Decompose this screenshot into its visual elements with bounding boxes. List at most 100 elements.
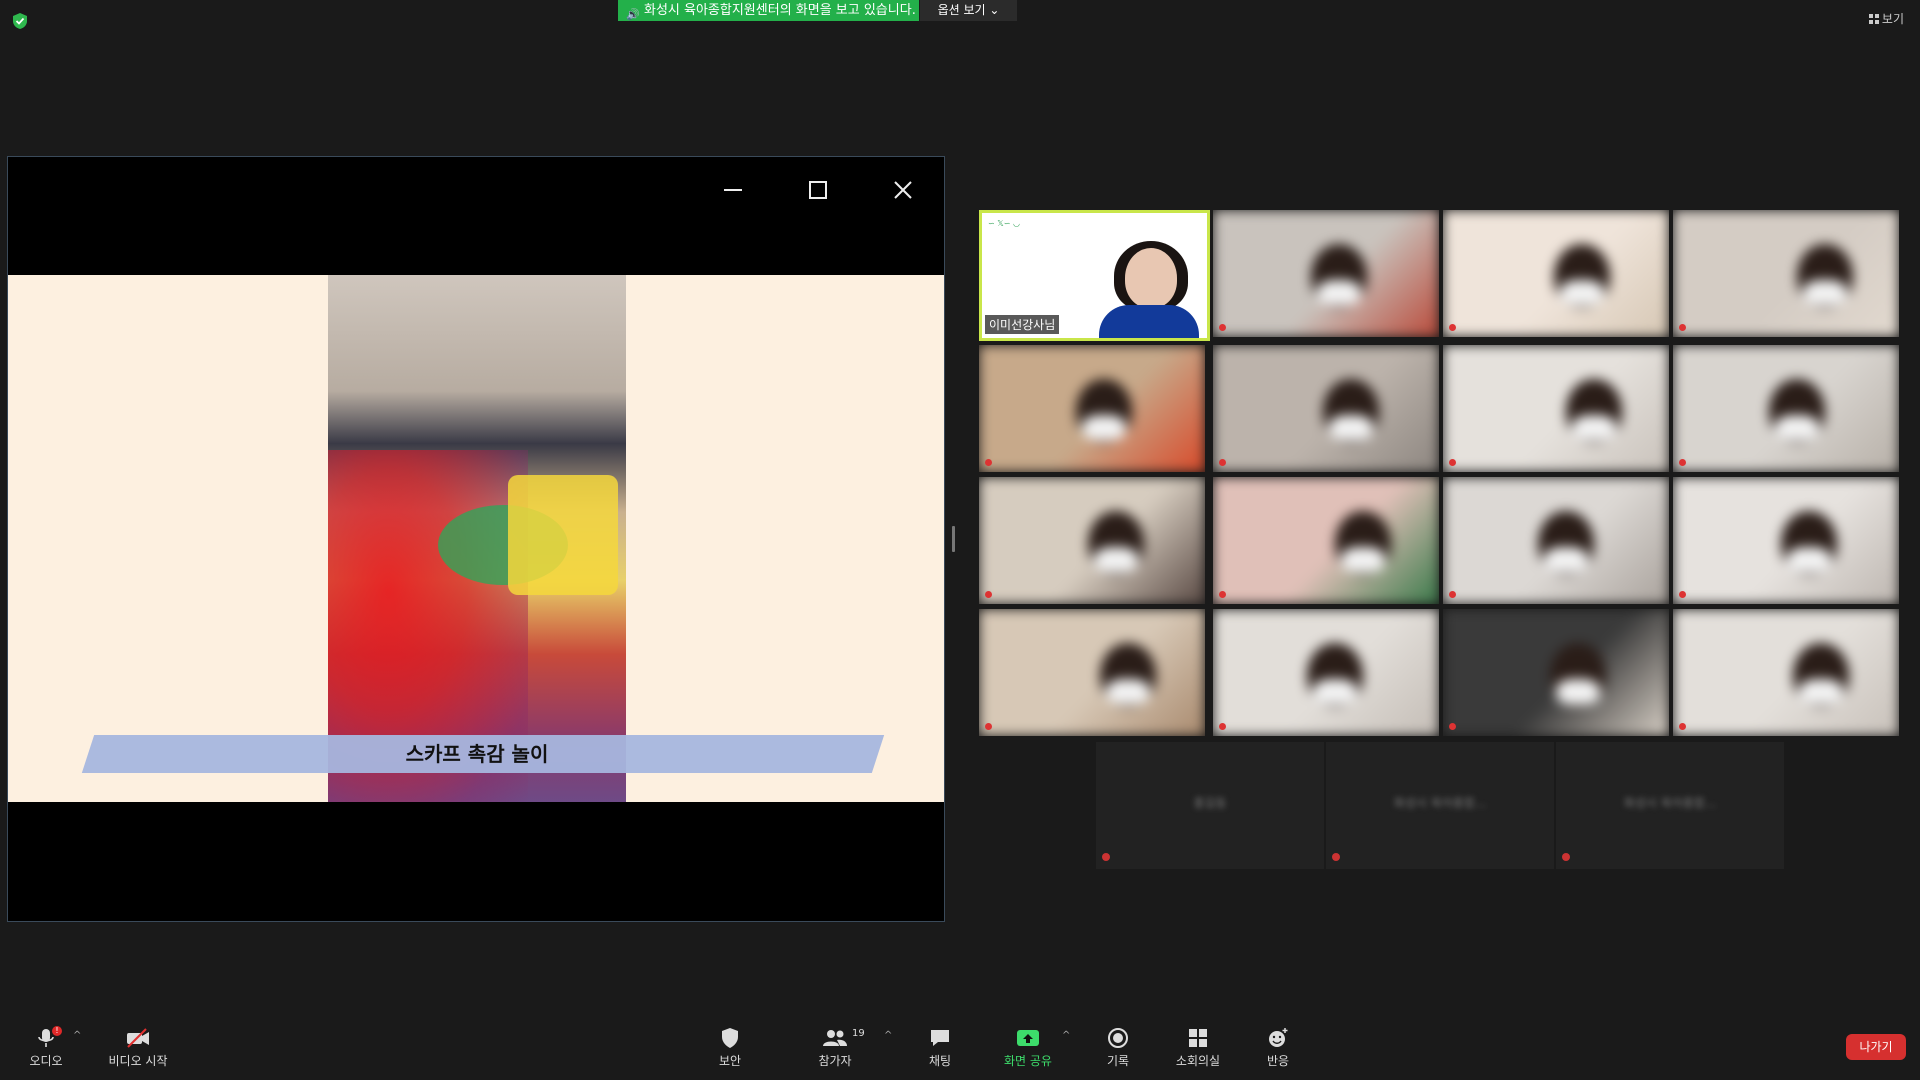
video-tile[interactable] <box>979 477 1205 604</box>
breakout-rooms-icon <box>1189 1029 1207 1047</box>
participant-mask <box>1803 280 1847 306</box>
participants-count: 19 <box>852 1028 865 1039</box>
view-options-button[interactable]: 옵션 보기 ⌄ <box>920 0 1017 21</box>
slide-caption: 스카프 촉감 놀이 <box>405 742 549 766</box>
muted-icon <box>1219 591 1226 598</box>
muted-icon <box>1332 853 1340 861</box>
reactions-button[interactable]: 반응 <box>1258 1026 1298 1069</box>
security-label: 보안 <box>718 1054 742 1068</box>
muted-icon <box>1449 324 1456 331</box>
muted-icon <box>1449 723 1456 730</box>
video-tile[interactable] <box>1673 477 1899 604</box>
audio-label: 오디오 <box>29 1054 63 1068</box>
video-tile[interactable] <box>979 345 1205 472</box>
panel-splitter[interactable] <box>952 526 955 552</box>
participant-video <box>979 345 1205 472</box>
share-banner-text: 화성시 육아종합지원센터의 화면을 보고 있습니다. <box>644 3 916 18</box>
participant-mask <box>1560 280 1604 306</box>
participant-mask <box>1787 547 1831 573</box>
muted-icon <box>1679 723 1686 730</box>
participant-mask <box>1317 280 1361 306</box>
start-video-button[interactable]: 비디오 시작 <box>106 1026 170 1069</box>
record-label: 기록 <box>1106 1054 1130 1068</box>
participants-icon <box>823 1030 847 1046</box>
muted-icon <box>1679 324 1686 331</box>
video-tile[interactable] <box>1213 345 1439 472</box>
center-logo: ∽ 𝕏∽ ◡ <box>988 219 1020 228</box>
participant-video <box>1213 210 1439 337</box>
participant-tile-audio-only[interactable]: 홍길동 <box>1096 742 1324 869</box>
chat-button[interactable]: 채팅 <box>920 1026 960 1069</box>
close-icon <box>894 181 912 199</box>
security-button[interactable]: 보안 <box>710 1026 750 1069</box>
participant-mask <box>1094 547 1138 573</box>
share-screen-button[interactable]: 화면 공유 <box>1000 1026 1056 1069</box>
video-tile-host[interactable]: ∽ 𝕏∽ ◡ 이미선강사님 <box>979 210 1210 341</box>
shield-icon[interactable] <box>12 12 28 30</box>
video-tile[interactable] <box>979 609 1205 736</box>
shared-screen: 스카프 촉감 놀이 <box>7 156 945 922</box>
participant-video <box>1443 210 1669 337</box>
participant-name: 홍길동 <box>1193 796 1227 810</box>
breakout-rooms-label: 소회의실 <box>1175 1054 1221 1068</box>
muted-icon <box>1219 459 1226 466</box>
record-button[interactable]: 기록 <box>1098 1026 1138 1069</box>
host-face <box>1125 248 1177 308</box>
participant-video <box>1213 345 1439 472</box>
share-options-caret[interactable]: ^ <box>1062 1030 1070 1041</box>
chat-icon <box>931 1030 949 1046</box>
audio-button[interactable]: ! 오디오 <box>26 1026 66 1069</box>
video-tile[interactable] <box>1673 210 1899 337</box>
participant-video <box>1443 345 1669 472</box>
participant-video <box>1673 210 1899 337</box>
video-tile[interactable] <box>1443 477 1669 604</box>
video-tile[interactable] <box>1213 609 1439 736</box>
video-tile[interactable] <box>1673 609 1899 736</box>
reactions-icon <box>1269 1028 1288 1047</box>
muted-icon <box>985 723 992 730</box>
participant-mask <box>1329 415 1373 441</box>
leave-label: 나가기 <box>1859 1040 1893 1054</box>
participant-video <box>1213 609 1439 736</box>
video-tile[interactable] <box>1443 210 1669 337</box>
video-tile[interactable] <box>1213 477 1439 604</box>
start-video-label: 비디오 시작 <box>108 1054 168 1068</box>
participant-mask <box>1556 679 1600 705</box>
video-tile[interactable] <box>1443 345 1669 472</box>
participant-video <box>1443 609 1669 736</box>
share-screen-icon <box>1017 1030 1039 1046</box>
video-tile[interactable] <box>1443 609 1669 736</box>
screen-share-banner: 🔊 화성시 육아종합지원센터의 화면을 보고 있습니다. <box>618 0 919 21</box>
participant-video <box>1443 477 1669 604</box>
muted-icon <box>1219 723 1226 730</box>
video-tile[interactable] <box>1213 210 1439 337</box>
view-button-label: 보기 <box>1881 12 1904 26</box>
breakout-rooms-button[interactable]: 소회의실 <box>1172 1026 1224 1069</box>
muted-icon <box>1679 459 1686 466</box>
participant-mask <box>1572 415 1616 441</box>
participant-tile-audio-only[interactable]: 화성시 육아종합... <box>1556 742 1784 869</box>
security-shield-icon <box>722 1028 738 1048</box>
participant-video <box>1673 609 1899 736</box>
reactions-label: 반응 <box>1266 1054 1290 1068</box>
muted-icon <box>985 591 992 598</box>
view-button[interactable]: 보기 <box>1868 10 1904 27</box>
meeting-toolbar: ! 오디오 ^ 비디오 시작 보안 19 참가자 ^ 채팅 화면 공유 ^ 기록… <box>0 1016 1920 1080</box>
participant-name: 화성시 육아종합... <box>1623 796 1717 810</box>
muted-icon <box>1102 853 1110 861</box>
maximize-icon <box>809 181 827 199</box>
participants-options-caret[interactable]: ^ <box>884 1030 892 1041</box>
muted-icon <box>1449 459 1456 466</box>
participants-button[interactable]: 19 참가자 <box>810 1026 864 1069</box>
participant-tile-audio-only[interactable]: 화성시 육아종합... <box>1326 742 1554 869</box>
leave-button[interactable]: 나가기 <box>1846 1034 1906 1060</box>
participant-mask <box>1341 547 1385 573</box>
participant-mask <box>1313 679 1357 705</box>
chat-label: 채팅 <box>928 1054 952 1068</box>
share-screen-label: 화면 공유 <box>1004 1054 1052 1068</box>
participant-mask <box>1544 547 1588 573</box>
participant-video <box>1673 477 1899 604</box>
audio-options-caret[interactable]: ^ <box>73 1030 81 1041</box>
video-tile[interactable] <box>1673 345 1899 472</box>
view-options-label: 옵션 보기 ⌄ <box>937 3 1000 17</box>
